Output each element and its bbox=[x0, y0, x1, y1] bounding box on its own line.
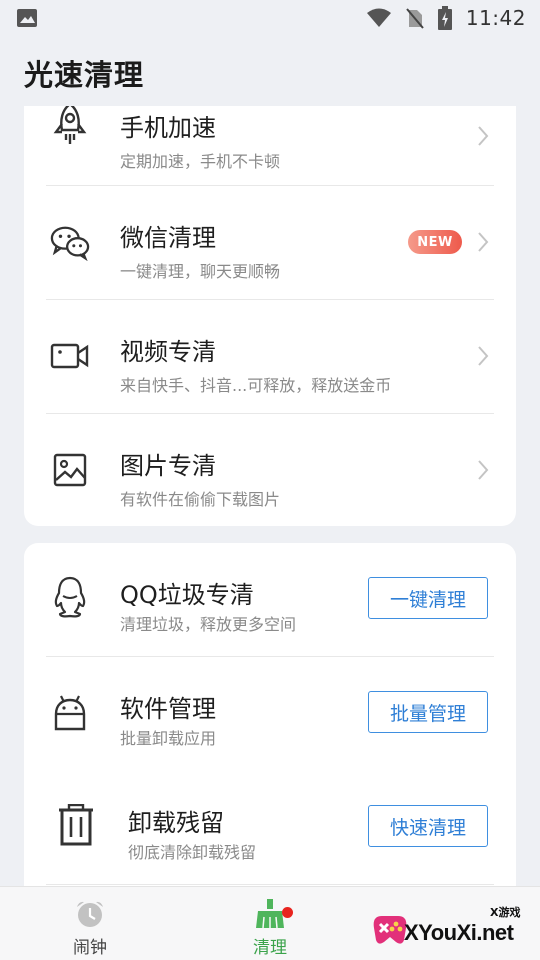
nav-item-alarm[interactable]: 闹钟 bbox=[30, 887, 150, 960]
watermark-text: XYouXi.net bbox=[404, 920, 514, 945]
tool-subtitle: 清理垃圾，释放更多空间 bbox=[120, 615, 297, 634]
tool-item-residue: 卸载残留 彻底清除卸载残留 快速清理 bbox=[24, 771, 516, 885]
chevron-right-icon bbox=[478, 346, 489, 366]
watermark-small-text: X游戏 bbox=[490, 906, 521, 919]
image-icon bbox=[50, 450, 90, 490]
clean-qq-button[interactable]: 一键清理 bbox=[368, 577, 488, 619]
feature-item-video[interactable]: 视频专清 来自快手、抖音...可释放，释放送金币 bbox=[24, 300, 516, 414]
battery-charging-icon bbox=[437, 6, 452, 30]
new-badge: NEW bbox=[408, 230, 462, 254]
feature-title: 手机加速 bbox=[120, 114, 216, 142]
video-camera-icon bbox=[50, 336, 90, 376]
feature-item-image[interactable]: 图片专清 有软件在偷偷下载图片 bbox=[24, 414, 516, 526]
tool-title: QQ垃圾专清 bbox=[120, 581, 254, 609]
feature-item-wechat[interactable]: 微信清理 一键清理，聊天更顺畅 NEW bbox=[24, 186, 516, 300]
rocket-icon bbox=[50, 106, 90, 144]
divider bbox=[46, 884, 494, 885]
notification-dot bbox=[282, 907, 293, 918]
wifi-icon bbox=[366, 8, 391, 27]
chevron-right-icon bbox=[478, 126, 489, 146]
tool-title: 软件管理 bbox=[120, 695, 216, 723]
tool-title: 卸载残留 bbox=[128, 809, 224, 837]
feature-subtitle: 有软件在偷偷下载图片 bbox=[120, 490, 281, 509]
status-bar: 11:42 bbox=[0, 0, 540, 36]
trash-icon bbox=[56, 804, 96, 846]
feature-title: 视频专清 bbox=[120, 338, 216, 366]
watermark: X游戏 XYouXi.net bbox=[364, 900, 540, 960]
feature-subtitle: 来自快手、抖音...可释放，释放送金币 bbox=[120, 376, 392, 395]
feature-card: 手机加速 定期加速，手机不卡顿 微信清理 一键清理，聊天更顺畅 NEW 视频专清… bbox=[24, 106, 516, 526]
feature-title: 微信清理 bbox=[120, 224, 216, 252]
feature-item-speedup[interactable]: 手机加速 定期加速，手机不卡顿 bbox=[24, 106, 516, 190]
feature-subtitle: 定期加速，手机不卡顿 bbox=[120, 152, 281, 171]
feature-title: 图片专清 bbox=[120, 452, 216, 480]
tool-item-apps: 软件管理 批量卸载应用 批量管理 bbox=[24, 657, 516, 771]
broom-icon bbox=[256, 899, 284, 929]
wechat-icon bbox=[50, 222, 90, 262]
tools-card: QQ垃圾专清 清理垃圾，释放更多空间 一键清理 软件管理 批量卸载应用 批量管理 bbox=[24, 543, 516, 903]
tool-subtitle: 彻底清除卸载残留 bbox=[128, 843, 257, 862]
batch-manage-button[interactable]: 批量管理 bbox=[368, 691, 488, 733]
nav-item-clean[interactable]: 清理 bbox=[210, 887, 330, 960]
tool-item-qq: QQ垃圾专清 清理垃圾，释放更多空间 一键清理 bbox=[24, 543, 516, 657]
nav-label: 清理 bbox=[253, 938, 287, 958]
chevron-right-icon bbox=[478, 232, 489, 252]
app-title: 光速清理 bbox=[24, 58, 145, 92]
image-icon bbox=[17, 9, 37, 27]
no-sim-icon bbox=[406, 8, 424, 29]
nav-label: 闹钟 bbox=[73, 938, 107, 958]
feature-subtitle: 一键清理，聊天更顺畅 bbox=[120, 262, 281, 281]
tool-subtitle: 批量卸载应用 bbox=[120, 729, 217, 748]
chevron-right-icon bbox=[478, 460, 489, 480]
alarm-clock-icon bbox=[77, 901, 103, 927]
status-time: 11:42 bbox=[465, 6, 526, 30]
qq-penguin-icon bbox=[50, 576, 90, 618]
android-icon bbox=[50, 693, 90, 733]
quick-clean-button[interactable]: 快速清理 bbox=[368, 805, 488, 847]
